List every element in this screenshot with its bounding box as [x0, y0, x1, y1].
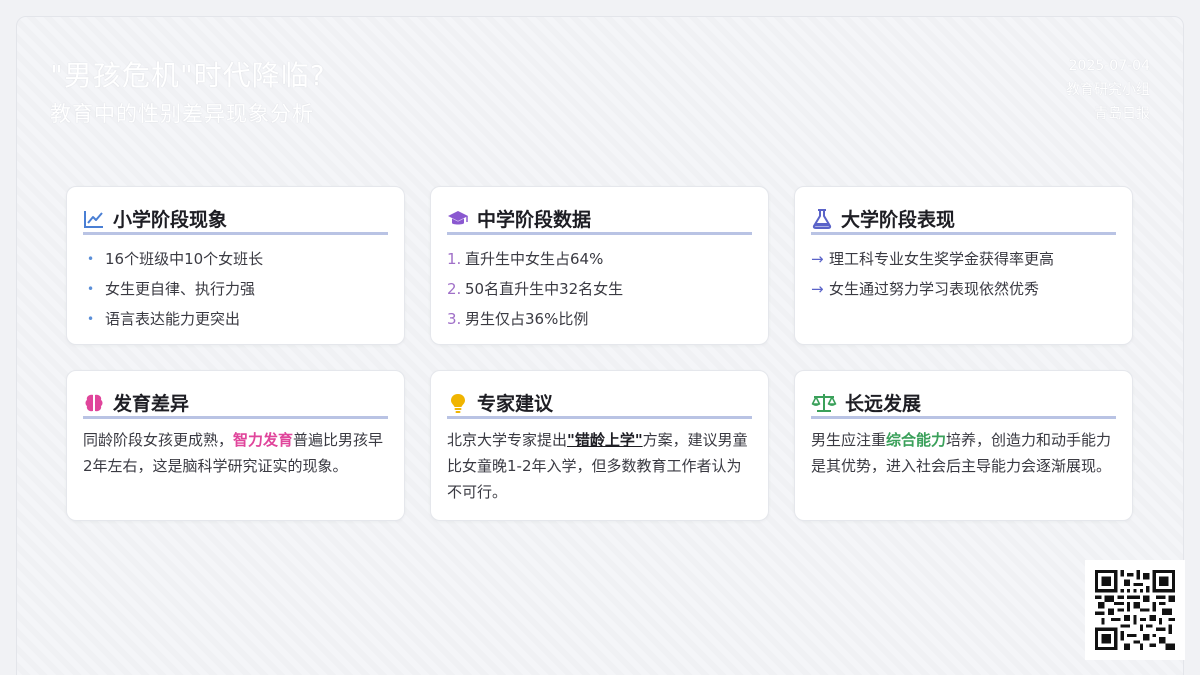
- flask-icon: [811, 208, 833, 230]
- highlight-text: 智力发育: [233, 431, 294, 449]
- card-header: 长远发展: [811, 389, 1116, 419]
- middle-list: 1. 直升生中女生占64% 2. 50名直升生中32名女生 3. 男生仅占36%比例: [447, 245, 752, 335]
- university-list: → 理工科专业女生奖学金获得率更高 → 女生通过努力学习表现依然优秀: [811, 245, 1116, 305]
- highlight-text: 综合能力: [886, 431, 947, 449]
- line-chart-icon: [83, 208, 105, 230]
- longterm-text: 男生应注重综合能力培养，创造力和动手能力是其优势，进入社会后主导能力会逐渐展现。: [811, 431, 1112, 475]
- list-item: → 理工科专业女生奖学金获得率更高: [811, 245, 1116, 275]
- meta-info: 2025-07-04 教育研究小组 青岛日报: [1066, 54, 1150, 126]
- card-middle-school: 中学阶段数据 1. 直升生中女生占64% 2. 50名直升生中32名女生 3. 男生仅…: [430, 186, 769, 345]
- qr-code-icon[interactable]: [1085, 560, 1185, 660]
- arrow-right-icon: →: [811, 250, 824, 268]
- card-title: 大学阶段表现: [841, 209, 956, 231]
- list-item: 3. 男生仅占36%比例: [447, 310, 589, 328]
- list-item: 2. 50名直升生中32名女生: [447, 280, 624, 298]
- card-expert: 专家建议 北京大学专家提出"错龄上学"方案，建议男童比女童晚1-2年入学，但多数…: [430, 370, 769, 521]
- bullet-icon: •: [87, 312, 95, 326]
- author-label: 教育研究小组: [1066, 82, 1150, 98]
- list-item: • 女生更自律、执行力强: [87, 275, 388, 305]
- list-item: • 语言表达能力更突出: [87, 305, 388, 335]
- primary-list: • 16个班级中10个女班长 • 女生更自律、执行力强 • 语言表达能力更突出: [87, 245, 388, 335]
- lightbulb-icon: [447, 392, 469, 414]
- date-label: 2025-07-04: [1068, 58, 1150, 74]
- qr-code-graphic: [1095, 570, 1175, 650]
- card-header: 专家建议: [447, 389, 752, 419]
- card-title: 长远发展: [845, 393, 922, 415]
- card-title: 发育差异: [113, 393, 190, 415]
- card-header: 小学阶段现象: [83, 205, 388, 235]
- list-item: • 16个班级中10个女班长: [87, 245, 388, 275]
- bullet-icon: •: [87, 282, 95, 296]
- card-header: 大学阶段表现: [811, 205, 1116, 235]
- highlight-text: "错龄上学": [567, 431, 643, 449]
- card-header: 发育差异: [83, 389, 388, 419]
- card-title: 中学阶段数据: [477, 209, 592, 231]
- page-title: "男孩危机"时代降临?: [50, 59, 326, 92]
- card-title: 小学阶段现象: [113, 209, 228, 231]
- arrow-right-icon: →: [811, 280, 824, 298]
- card-header: 中学阶段数据: [447, 205, 752, 235]
- card-title: 专家建议: [477, 393, 554, 415]
- graduation-cap-icon: [447, 208, 469, 230]
- development-text: 同龄阶段女孩更成熟，智力发育普遍比男孩早2年左右，这是脑科学研究证实的现象。: [83, 431, 384, 475]
- balance-scale-icon: [811, 392, 837, 414]
- source-label: 青岛日报: [1094, 106, 1150, 122]
- expert-text: 北京大学专家提出"错龄上学"方案，建议男童比女童晚1-2年入学，但多数教育工作者…: [447, 431, 748, 501]
- page-subtitle: 教育中的性别差异现象分析: [50, 102, 314, 126]
- card-university: 大学阶段表现 → 理工科专业女生奖学金获得率更高 → 女生通过努力学习表现依然优秀: [794, 186, 1133, 345]
- list-item: 1. 直升生中女生占64%: [447, 250, 604, 268]
- brain-icon: [83, 392, 105, 414]
- card-longterm: 长远发展 男生应注重综合能力培养，创造力和动手能力是其优势，进入社会后主导能力会…: [794, 370, 1133, 521]
- card-primary-school: 小学阶段现象 • 16个班级中10个女班长 • 女生更自律、执行力强 • 语言表达能力…: [66, 186, 405, 345]
- card-development: 发育差异 同龄阶段女孩更成熟，智力发育普遍比男孩早2年左右，这是脑科学研究证实的…: [66, 370, 405, 521]
- list-item: → 女生通过努力学习表现依然优秀: [811, 275, 1116, 305]
- bullet-icon: •: [87, 252, 95, 266]
